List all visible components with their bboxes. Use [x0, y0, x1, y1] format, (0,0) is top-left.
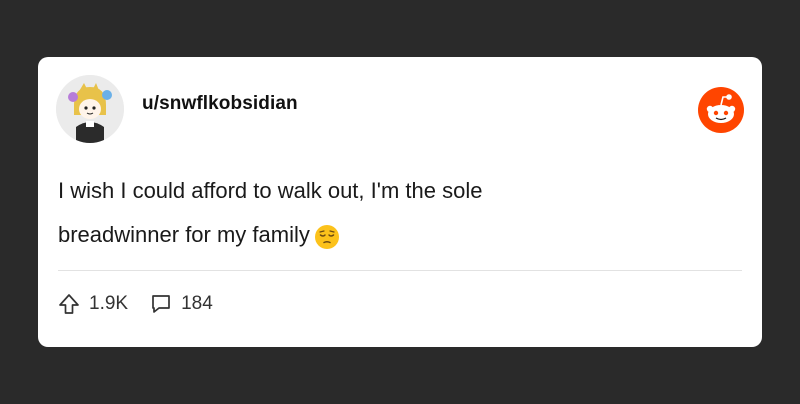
post-line-1: I wish I could afford to walk out, I'm t… [58, 178, 483, 203]
post-body: I wish I could afford to walk out, I'm t… [58, 169, 698, 257]
comments-button[interactable]: 184 [150, 293, 213, 315]
post-line-2: breadwinner for my family [58, 213, 698, 257]
post-line-2-text: breadwinner for my family [58, 222, 310, 247]
upvote-button[interactable]: 1.9K [58, 293, 128, 315]
upvote-count: 1.9K [89, 293, 129, 314]
avatar[interactable] [56, 75, 124, 143]
reddit-logo-icon [698, 87, 744, 133]
upvote-arrow-icon [58, 293, 80, 315]
post-card: u/snwflkobsidian I wish I could afford t… [38, 57, 762, 347]
divider [58, 270, 742, 271]
comment-bubble-icon [150, 293, 172, 315]
comment-count: 184 [181, 293, 213, 314]
username[interactable]: u/snwflkobsidian [142, 93, 298, 115]
pensive-emoji-icon [314, 221, 340, 250]
post-stats: 1.9K 184 [58, 293, 213, 315]
